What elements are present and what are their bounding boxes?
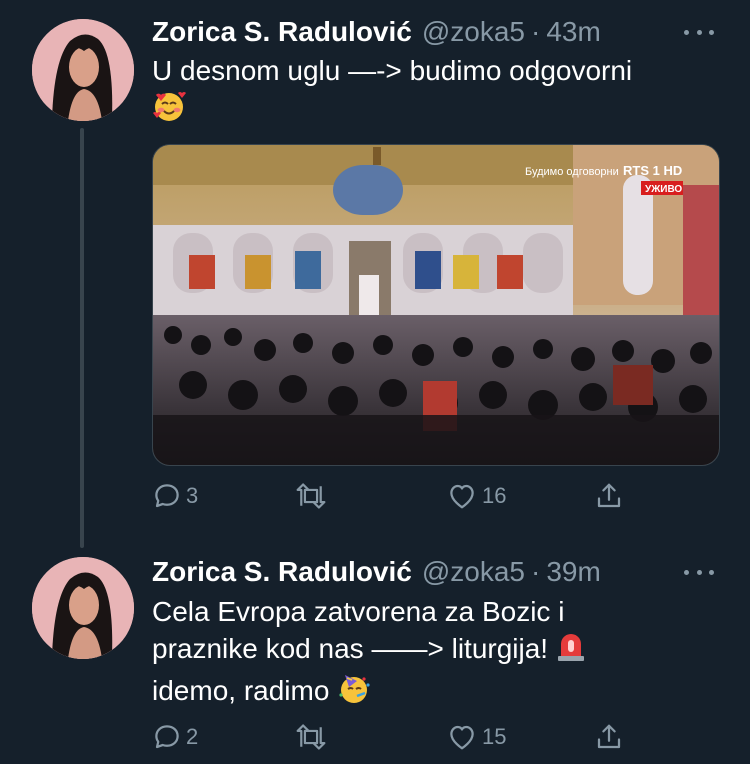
more-options-icon[interactable] (684, 560, 714, 584)
heart-icon (450, 725, 474, 750)
channel-logo: RTS 1 HD (623, 163, 682, 178)
reply-icon (155, 484, 179, 508)
username[interactable]: @zoka5 (422, 16, 525, 48)
tweet-text: U desnom uglu —-> budimo odgovorni (152, 52, 710, 132)
display-name[interactable]: Zorica S. Radulović (152, 556, 412, 588)
display-name[interactable]: Zorica S. Radulović (152, 16, 412, 48)
tweet-actions: 2 15 (152, 717, 632, 757)
tweet[interactable]: Zorica S. Radulović @zoka5 · 39m Cela Ev… (0, 545, 750, 764)
avatar[interactable] (32, 19, 134, 121)
retweet-button[interactable] (294, 476, 332, 516)
username[interactable]: @zoka5 (422, 556, 525, 588)
media-overlay-text: Будимо одговорни (525, 166, 619, 178)
retweet-icon (296, 483, 326, 509)
heart-icon (450, 484, 474, 509)
timestamp[interactable]: 39m (546, 556, 600, 588)
reply-icon (155, 725, 179, 749)
like-count: 16 (482, 483, 507, 508)
smiling-face-with-hearts-icon (152, 89, 186, 132)
live-badge: УЖИВО (645, 184, 682, 195)
reply-button[interactable]: 3 (152, 476, 198, 516)
like-button[interactable]: 15 (446, 717, 506, 757)
tweet-text-line: idemo, radimo (152, 675, 330, 706)
avatar[interactable] (32, 557, 134, 659)
rotating-light-icon (556, 630, 586, 671)
tweet-header: Zorica S. Radulović @zoka5 · 43m (152, 14, 710, 50)
separator: · (531, 556, 541, 587)
timestamp[interactable]: 43m (546, 16, 600, 48)
tweet-text-line: Cela Evropa zatvorena za Bozic i (152, 596, 565, 627)
tweet[interactable]: Zorica S. Radulović @zoka5 · 43m U desno… (0, 0, 750, 540)
tweet-text: Cela Evropa zatvorena za Bozic i praznik… (152, 593, 710, 714)
tweet-media-image[interactable]: Будимо одговорни RTS 1 HD УЖИВО (152, 144, 720, 466)
separator: · (531, 16, 541, 47)
retweet-icon (296, 724, 326, 750)
tweet-text-content: U desnom uglu —-> budimo odgovorni (152, 55, 633, 86)
reply-count: 3 (186, 483, 199, 508)
reply-count: 2 (186, 724, 199, 749)
more-options-icon[interactable] (684, 20, 714, 44)
share-button[interactable] (594, 717, 624, 757)
share-icon (597, 724, 621, 749)
share-icon (597, 483, 621, 508)
like-button[interactable]: 16 (446, 476, 506, 516)
partying-face-icon (337, 671, 371, 714)
retweet-button[interactable] (294, 717, 332, 757)
tweet-text-line: praznike kod nas ——> liturgija! (152, 633, 549, 664)
tweet-actions: 3 16 (152, 476, 632, 516)
reply-button[interactable]: 2 (152, 717, 198, 757)
share-button[interactable] (594, 476, 624, 516)
tweet-header: Zorica S. Radulović @zoka5 · 39m (152, 554, 710, 590)
like-count: 15 (482, 724, 507, 749)
